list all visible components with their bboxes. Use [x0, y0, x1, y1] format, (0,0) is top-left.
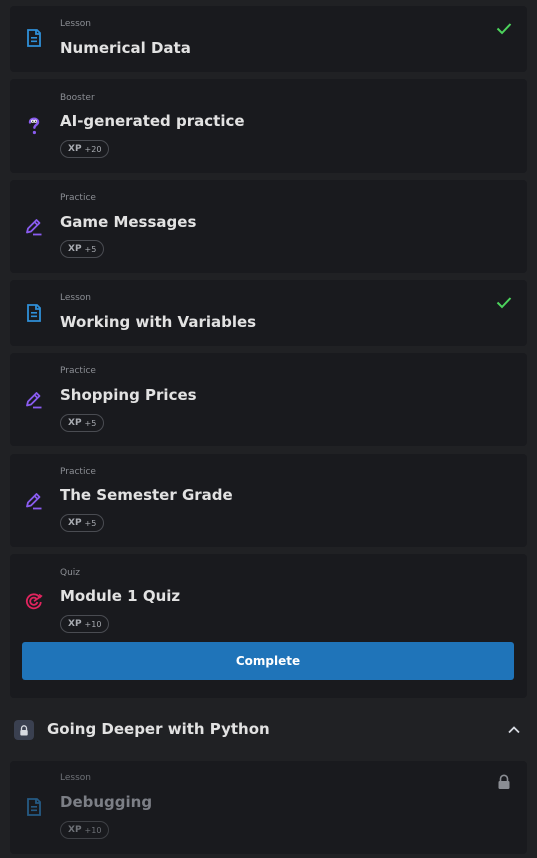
xp-badge: XP +5	[60, 414, 105, 432]
section-title: Going Deeper with Python	[47, 720, 270, 738]
list-item[interactable]: Lesson Numerical Data	[10, 6, 527, 72]
item-type-label: Quiz	[60, 568, 81, 578]
item-title: Module 1 Quiz	[60, 587, 181, 605]
item-type-label: Lesson	[60, 773, 91, 783]
item-title: The Semester Grade	[60, 486, 233, 504]
xp-badge: XP +10	[60, 821, 110, 839]
item-title: Debugging	[60, 793, 153, 811]
item-title: Game Messages	[60, 213, 197, 231]
list-item[interactable]: Quiz Module 1 Quiz XP +10 Complete	[10, 554, 527, 698]
xp-badge: XP +5	[60, 240, 105, 258]
list-item[interactable]: Practice The Semester Grade XP +5	[10, 454, 527, 547]
list-item[interactable]: Lesson Debugging XP +10	[10, 761, 527, 854]
xp-badge: XP +20	[60, 140, 110, 158]
lock-icon	[14, 720, 34, 740]
item-title: Working with Variables	[60, 313, 257, 331]
document-icon	[27, 304, 41, 322]
document-icon	[27, 798, 41, 816]
section-header[interactable]: Going Deeper with Python	[0, 703, 537, 755]
item-title: Numerical Data	[60, 39, 191, 57]
target-icon	[25, 593, 43, 610]
pencil-icon	[26, 493, 42, 510]
chevron-up-icon[interactable]	[507, 723, 521, 737]
item-type-label: Lesson	[60, 19, 91, 29]
item-type-label: Practice	[60, 467, 96, 477]
item-title: Shopping Prices	[60, 386, 197, 404]
check-icon	[496, 23, 512, 35]
lock-icon	[498, 774, 510, 789]
list-item[interactable]: Practice Game Messages XP +5	[10, 180, 527, 273]
item-type-label: Practice	[60, 193, 96, 203]
item-title: AI-generated practice	[60, 112, 245, 130]
question-mark-icon	[28, 117, 40, 135]
pencil-icon	[26, 219, 42, 236]
list-item[interactable]: Practice Shopping Prices XP +5	[10, 353, 527, 446]
complete-button[interactable]: Complete	[22, 642, 514, 680]
item-type-label: Practice	[60, 366, 96, 376]
item-type-label: Lesson	[60, 293, 91, 303]
pencil-icon	[26, 392, 42, 409]
list-item[interactable]: Lesson Working with Variables	[10, 280, 527, 346]
item-type-label: Booster	[60, 93, 95, 103]
module-content-list: Lesson Numerical Data Booster AI-generat…	[0, 0, 537, 858]
document-icon	[27, 29, 41, 47]
list-item[interactable]: Booster AI-generated practice XP +20	[10, 79, 527, 173]
xp-badge: XP +5	[60, 514, 105, 532]
xp-badge: XP +10	[60, 615, 110, 633]
check-icon	[496, 297, 512, 309]
